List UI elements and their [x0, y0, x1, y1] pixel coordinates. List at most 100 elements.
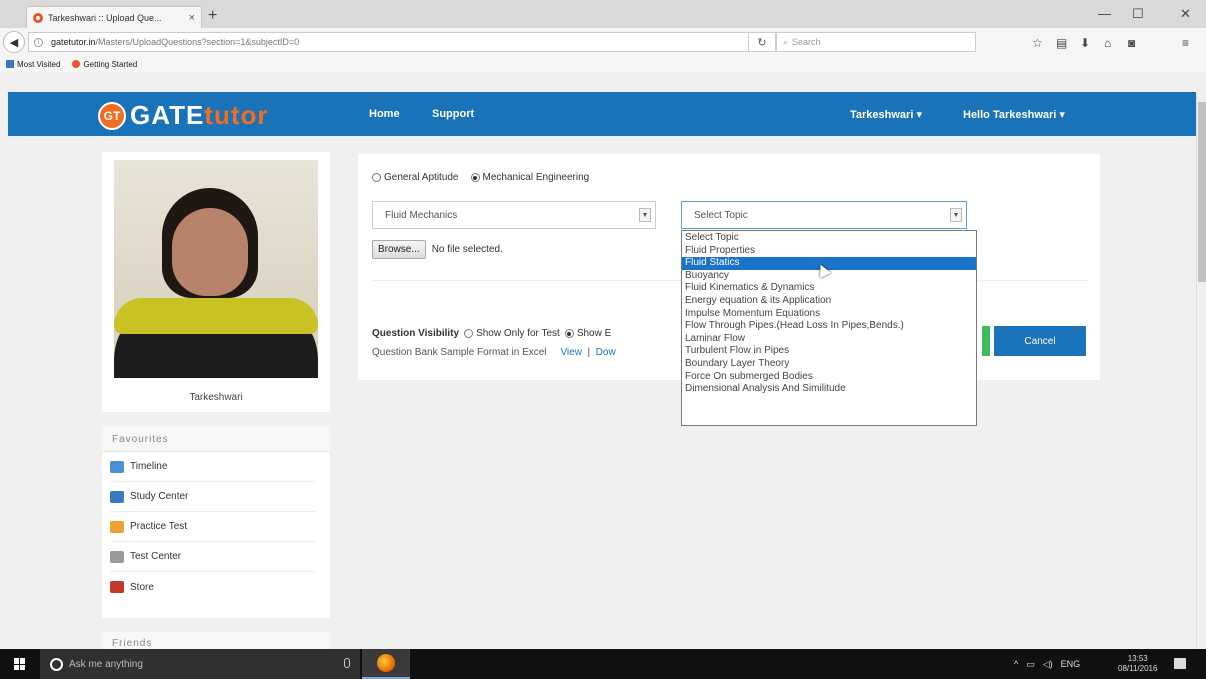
notifications-icon[interactable] [1174, 658, 1186, 669]
volume-icon[interactable]: ◁) [1043, 659, 1053, 670]
radio-show-everywhere[interactable] [564, 329, 574, 338]
favourite-store[interactable]: Store [110, 572, 316, 602]
pocket-icon[interactable]: ◙ [1128, 36, 1135, 50]
page-scrollbar[interactable] [1196, 92, 1206, 649]
topic-option[interactable]: Turbulent Flow in Pipes [682, 345, 976, 358]
file-upload-row: Browse... No file selected. [372, 240, 503, 259]
url-bar[interactable]: gatetutor.in/Masters/UploadQuestions?sec… [28, 32, 748, 52]
menu-icon[interactable]: ≡ [1182, 36, 1189, 50]
topic-option[interactable]: Impulse Momentum Equations [682, 308, 976, 321]
new-tab-button[interactable]: + [208, 7, 217, 25]
topic-option[interactable]: Laminar Flow [682, 333, 976, 346]
radio-mechanical-engineering-label[interactable]: Mechanical Engineering [483, 172, 590, 183]
topic-option[interactable]: Select Topic [682, 232, 976, 245]
close-window-button[interactable]: ✕ [1180, 6, 1191, 22]
radio-show-only-test-label[interactable]: Show Only for Test [476, 328, 560, 339]
favourite-label: Store [130, 581, 154, 593]
windows-logo-icon [20, 664, 25, 670]
profile-name[interactable]: Tarkeshwari [102, 392, 330, 403]
back-button[interactable]: ◀ [3, 31, 25, 53]
start-button[interactable] [14, 658, 26, 670]
bookmark-most-visited[interactable]: Most Visited [6, 60, 60, 69]
favourite-test-center[interactable]: Test Center [110, 542, 316, 572]
view-sample-link[interactable]: View [560, 347, 582, 358]
download-sample-link[interactable]: Dow [596, 347, 616, 358]
radio-show-only-test[interactable] [464, 329, 474, 338]
chevron-down-icon: ▼ [950, 208, 962, 222]
url-host: gatetutor.in [51, 37, 96, 47]
nav-support[interactable]: Support [432, 108, 474, 120]
cortana-search[interactable]: Ask me anything [40, 649, 360, 679]
logo-badge: GT [98, 101, 126, 130]
study-center-icon [110, 490, 124, 503]
user-menu[interactable]: Tarkeshwari ▾ [850, 108, 922, 121]
back-arrow-icon: ◀ [9, 36, 19, 49]
gatetutor-logo[interactable]: GT GATE tutor [98, 100, 269, 131]
favourites-card: Favourites Timeline Study Center Practic… [102, 426, 330, 618]
site-favicon-icon [33, 12, 43, 23]
search-icon: ⌕ [783, 36, 789, 47]
minimize-button[interactable]: — [1098, 6, 1111, 21]
topic-select-value: Select Topic [694, 210, 748, 221]
windows-logo-icon [14, 664, 19, 670]
language-indicator[interactable]: ENG [1061, 659, 1081, 669]
favourite-study-center[interactable]: Study Center [110, 482, 316, 512]
topic-option[interactable]: Force On submerged Bodies [682, 371, 976, 384]
subject-select[interactable]: Fluid Mechanics ▼ [372, 201, 656, 229]
taskbar-firefox[interactable] [362, 649, 410, 679]
friends-card-title: Friends [102, 632, 330, 650]
reading-list-icon[interactable]: ▤ [1056, 36, 1067, 50]
maximize-button[interactable]: ☐ [1132, 6, 1144, 22]
radio-show-everywhere-label[interactable]: Show E [577, 328, 611, 339]
url-path: /Masters/UploadQuestions?section=1&subje… [95, 37, 300, 47]
folder-icon [6, 60, 14, 68]
timeline-icon [110, 460, 124, 473]
favourite-timeline[interactable]: Timeline [110, 452, 316, 482]
favourite-practice-test[interactable]: Practice Test [110, 512, 316, 542]
clock[interactable]: 13:53 08/11/2016 [1118, 654, 1157, 674]
practice-test-icon [110, 520, 124, 533]
system-tray: ^ ▭ ◁) ENG [1014, 649, 1080, 679]
bookmark-getting-started[interactable]: Getting Started [72, 60, 137, 69]
sample-format-label: Question Bank Sample Format in Excel [372, 347, 547, 358]
topic-option[interactable]: Fluid Kinematics & Dynamics [682, 282, 976, 295]
browser-tab[interactable]: Tarkeshwari :: Upload Que... × [26, 6, 202, 28]
radio-mechanical-engineering[interactable] [470, 173, 480, 182]
topic-option[interactable]: Energy equation & its Application [682, 295, 976, 308]
windows-logo-icon [14, 658, 19, 664]
tray-chevron-icon[interactable]: ^ [1014, 659, 1018, 669]
greeting-menu[interactable]: Hello Tarkeshwari ▾ [963, 108, 1065, 121]
home-icon[interactable]: ⌂ [1104, 36, 1111, 50]
visibility-label: Question Visibility [372, 328, 460, 339]
upload-button[interactable] [982, 326, 990, 356]
topic-option[interactable]: Fluid Properties [682, 245, 976, 258]
favourite-label: Timeline [130, 461, 168, 472]
topic-select[interactable]: Select Topic ▼ [681, 201, 967, 229]
radio-general-aptitude-label[interactable]: General Aptitude [384, 172, 459, 183]
topic-dropdown-list[interactable]: Select Topic Fluid Properties Fluid Stat… [681, 230, 977, 426]
avatar[interactable] [114, 160, 318, 378]
downloads-icon[interactable]: ⬇ [1080, 36, 1090, 50]
favourites-title: Favourites [102, 426, 330, 452]
question-visibility-row: Question Visibility Show Only for Test S… [372, 328, 611, 339]
avatar-face [172, 208, 248, 296]
browse-button[interactable]: Browse... [372, 240, 426, 259]
nav-home[interactable]: Home [369, 108, 400, 120]
topic-option[interactable]: Boundary Layer Theory [682, 358, 976, 371]
site-info-icon[interactable]: i [34, 38, 43, 47]
logo-tutor-text: tutor [204, 100, 269, 130]
topic-option[interactable]: Dimensional Analysis And Similitude [682, 383, 976, 396]
radio-general-aptitude[interactable] [372, 173, 381, 182]
firefox-icon [377, 654, 395, 672]
browser-search-input[interactable]: ⌕ Search [776, 32, 976, 52]
microphone-icon[interactable] [344, 658, 350, 668]
tab-close-icon[interactable]: × [189, 12, 195, 24]
bookmark-star-icon[interactable]: ☆ [1032, 36, 1043, 50]
topic-option[interactable]: Flow Through Pipes.(Head Loss In Pipes,B… [682, 320, 976, 333]
favourite-label: Study Center [130, 491, 189, 502]
scrollbar-thumb[interactable] [1198, 102, 1206, 282]
reload-icon: ↻ [757, 36, 767, 49]
reload-button[interactable]: ↻ [748, 32, 776, 52]
cancel-button[interactable]: Cancel [994, 326, 1086, 356]
network-icon[interactable]: ▭ [1026, 659, 1035, 670]
